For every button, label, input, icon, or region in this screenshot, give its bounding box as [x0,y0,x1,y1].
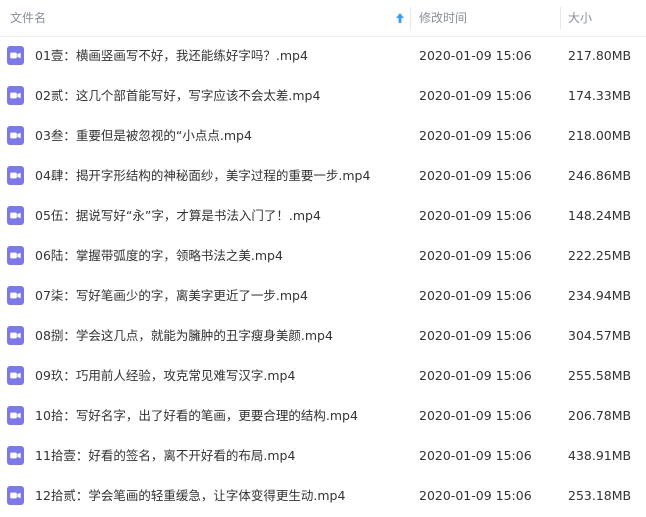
column-divider[interactable] [560,7,561,29]
file-name[interactable]: 05伍：据说写好“永”字，才算是书法入门了！.mp4 [35,197,321,235]
file-modified-time: 2020-01-09 15:06 [419,248,532,263]
file-name[interactable]: 10拾：写好名字，出了好看的笔画，更要合理的结构.mp4 [35,397,358,435]
file-modified-time: 2020-01-09 15:06 [419,408,532,423]
file-size: 234.94MB [568,288,632,303]
file-modified-time: 2020-01-09 15:06 [419,168,532,183]
file-size: 246.86MB [568,168,632,183]
file-size: 253.18MB [568,488,632,503]
file-name[interactable]: 08捌：学会这几点，就能为臃肿的丑字瘦身美颜.mp4 [35,317,333,355]
video-file-icon [7,406,24,425]
file-row[interactable]: 03叁：重要但是被忽视的“小点点.mp4 2020-01-09 15:06 218.… [0,117,646,157]
video-file-icon [7,246,24,265]
file-list-header: 文件名 修改时间 大小 [0,0,646,37]
video-file-icon [7,486,24,505]
file-name[interactable]: 07柒：写好笔画少的字，离美字更近了一步.mp4 [35,277,308,315]
file-name[interactable]: 01壹：横画竖画写不好，我还能练好字吗？.mp4 [35,37,308,75]
file-row[interactable]: 04肆：揭开字形结构的神秘面纱，美字过程的重要一步.mp4 2020-01-09 … [0,157,646,197]
file-name[interactable]: 11拾壹：好看的签名，离不开好看的布局.mp4 [35,437,295,475]
file-modified-time: 2020-01-09 15:06 [419,488,532,503]
column-header-size[interactable]: 大小 [568,0,646,36]
file-modified-time: 2020-01-09 15:06 [419,48,532,63]
file-size: 148.24MB [568,208,632,223]
file-row[interactable]: 12拾贰：学会笔画的轻重缓急，让字体变得更生动.mp4 2020-01-09 15… [0,477,646,517]
file-modified-time: 2020-01-09 15:06 [419,368,532,383]
file-name[interactable]: 12拾贰：学会笔画的轻重缓急，让字体变得更生动.mp4 [35,477,345,515]
file-modified-time: 2020-01-09 15:06 [419,288,532,303]
file-name[interactable]: 09玖：巧用前人经验，攻克常见难写汉字.mp4 [35,357,295,395]
file-modified-time: 2020-01-09 15:06 [419,128,532,143]
column-header-filename[interactable]: 文件名 [10,0,410,36]
file-row[interactable]: 09玖：巧用前人经验，攻克常见难写汉字.mp4 2020-01-09 15:06 2… [0,357,646,397]
file-name[interactable]: 02贰：这几个部首能写好，写字应该不会太差.mp4 [35,77,320,115]
file-size: 222.25MB [568,248,632,263]
arrow-up-icon[interactable] [394,11,406,25]
video-file-icon [7,446,24,465]
file-modified-time: 2020-01-09 15:06 [419,88,532,103]
video-file-icon [7,126,24,145]
file-size: 174.33MB [568,88,632,103]
file-size: 304.57MB [568,328,632,343]
video-file-icon [7,46,24,65]
file-name[interactable]: 04肆：揭开字形结构的神秘面纱，美字过程的重要一步.mp4 [35,157,370,195]
column-header-modified-time[interactable]: 修改时间 [419,0,559,36]
file-row[interactable]: 05伍：据说写好“永”字，才算是书法入门了！.mp4 2020-01-09 15:… [0,197,646,237]
file-row[interactable]: 02贰：这几个部首能写好，写字应该不会太差.mp4 2020-01-09 15:0… [0,77,646,117]
file-row[interactable]: 01壹：横画竖画写不好，我还能练好字吗？.mp4 2020-01-09 15:06… [0,37,646,77]
file-row[interactable]: 07柒：写好笔画少的字，离美字更近了一步.mp4 2020-01-09 15:06… [0,277,646,317]
file-size: 438.91MB [568,448,632,463]
video-file-icon [7,286,24,305]
file-row[interactable]: 11拾壹：好看的签名，离不开好看的布局.mp4 2020-01-09 15:06 4… [0,437,646,477]
video-file-icon [7,206,24,225]
file-row[interactable]: 10拾：写好名字，出了好看的笔画，更要合理的结构.mp4 2020-01-09 1… [0,397,646,437]
column-divider[interactable] [410,7,411,29]
file-size: 217.80MB [568,48,632,63]
file-modified-time: 2020-01-09 15:06 [419,328,532,343]
video-file-icon [7,366,24,385]
video-file-icon [7,86,24,105]
file-size: 206.78MB [568,408,632,423]
file-name[interactable]: 06陆：掌握带弧度的字，领略书法之美.mp4 [35,237,283,275]
file-name[interactable]: 03叁：重要但是被忽视的“小点点.mp4 [35,117,252,155]
video-file-icon [7,326,24,345]
file-row[interactable]: 06陆：掌握带弧度的字，领略书法之美.mp4 2020-01-09 15:06 22… [0,237,646,277]
file-list: 01壹：横画竖画写不好，我还能练好字吗？.mp4 2020-01-09 15:06… [0,37,646,517]
file-modified-time: 2020-01-09 15:06 [419,448,532,463]
file-row[interactable]: 08捌：学会这几点，就能为臃肿的丑字瘦身美颜.mp4 2020-01-09 15:… [0,317,646,357]
file-size: 218.00MB [568,128,632,143]
video-file-icon [7,166,24,185]
file-size: 255.58MB [568,368,632,383]
file-modified-time: 2020-01-09 15:06 [419,208,532,223]
